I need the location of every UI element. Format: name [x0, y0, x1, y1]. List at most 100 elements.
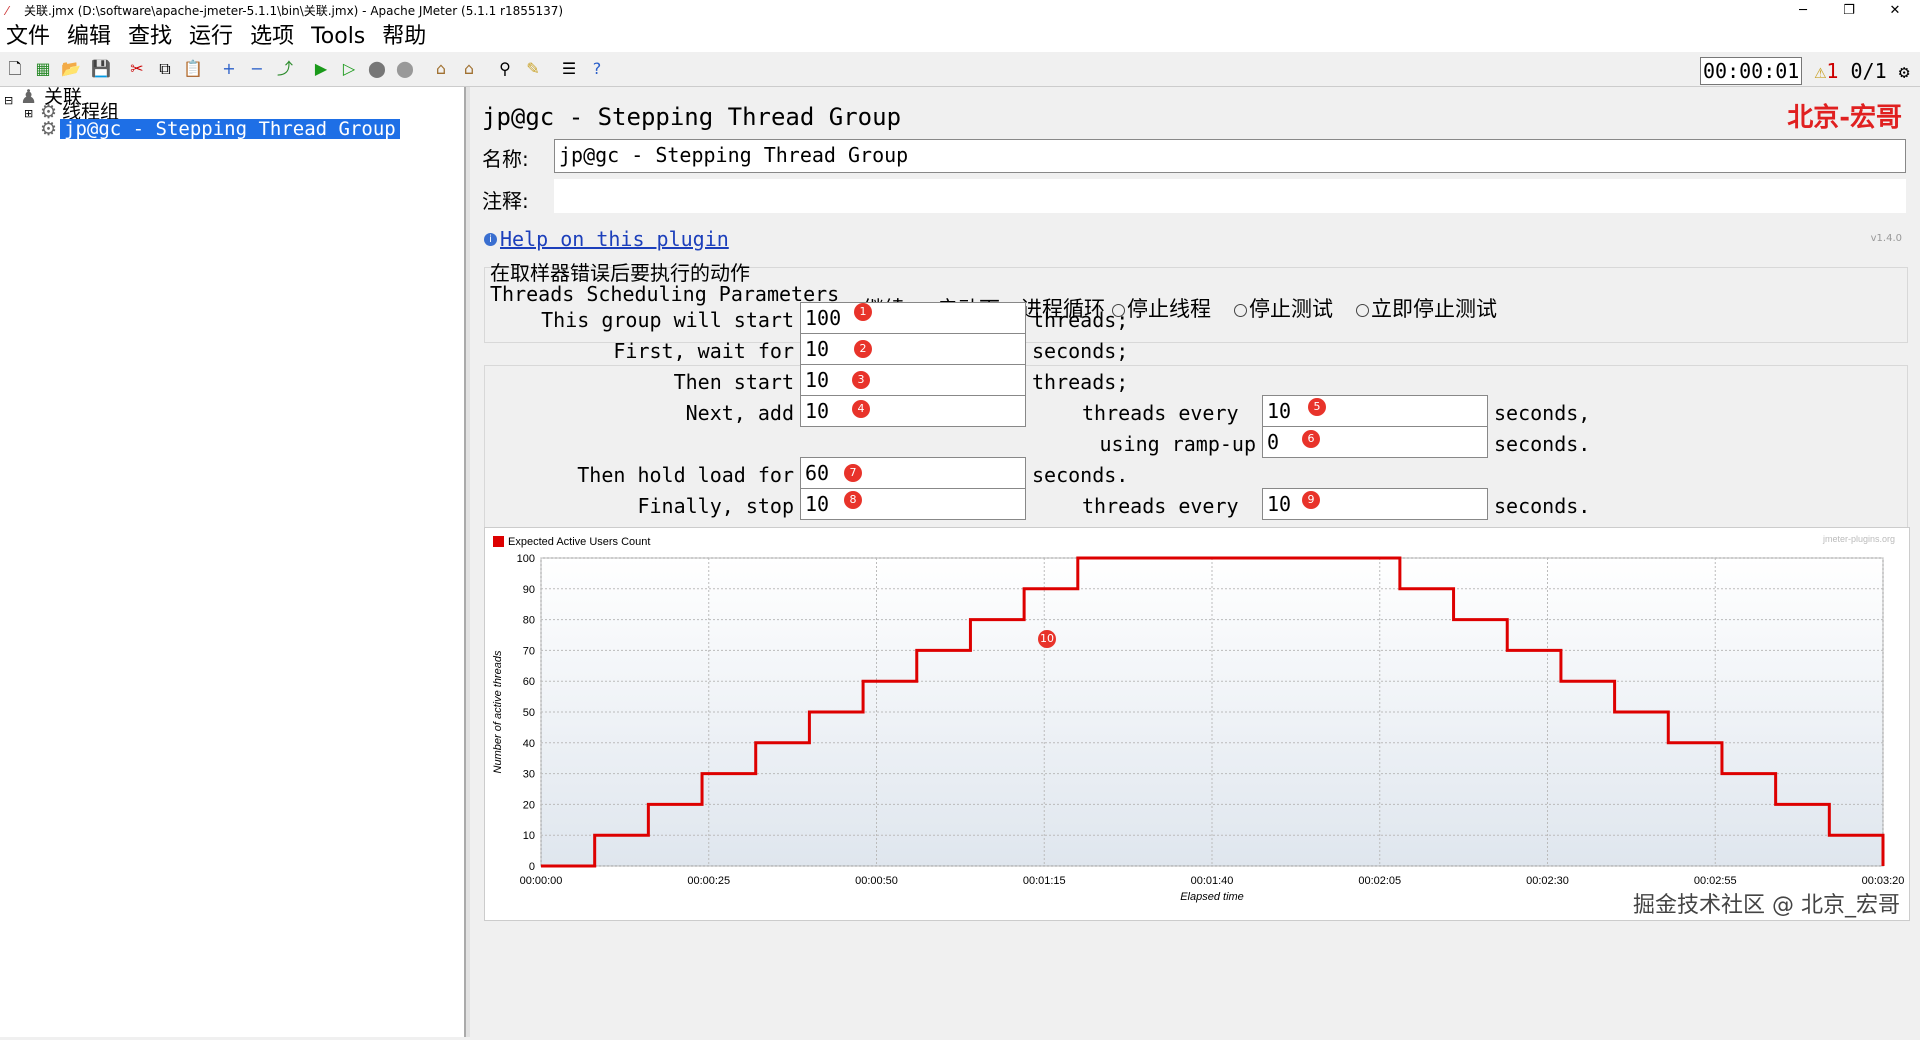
version-label: v1.4.0 [1870, 233, 1902, 244]
add-threads-field[interactable]: 10 [800, 395, 1026, 427]
radio-dot[interactable] [1356, 303, 1369, 317]
maximize-button[interactable]: ❐ [1826, 0, 1872, 22]
collapse-icon[interactable]: − [246, 58, 268, 80]
y-tick-label: 50 [523, 707, 535, 719]
search-icon[interactable]: ⚲ [494, 58, 516, 80]
panel-title: jp@gc - Stepping Thread Group [482, 103, 902, 131]
collapse-toggle-icon[interactable]: ⊟ [4, 91, 13, 111]
menu-help[interactable]: 帮助 [382, 24, 426, 49]
x-tick-label: 00:01:15 [1023, 875, 1066, 887]
shutdown-icon[interactable]: ⬤ [394, 58, 416, 80]
tree-stepping-thread-group[interactable]: jp@gc - Stepping Thread Group [60, 119, 400, 139]
title-bar: ⁄ 关联.jmx (D:\software\apache-jmeter-5.1.… [0, 0, 1920, 22]
clear-all-icon[interactable]: ⌂ [458, 58, 480, 80]
menu-file[interactable]: 文件 [6, 24, 50, 49]
footer-watermark: 掘金技术社区 @ 北京_宏哥 [1633, 893, 1900, 918]
x-tick-label: 00:01:40 [1191, 875, 1234, 887]
stop-threads-field[interactable]: 10 [800, 488, 1026, 520]
x-tick-label: 00:00:00 [520, 875, 563, 887]
warning-count[interactable]: 1 [1826, 59, 1838, 83]
wait-label: First, wait for [613, 339, 794, 363]
config-panel: jp@gc - Stepping Thread Group 北京-宏哥 名称: … [470, 87, 1920, 1037]
annotation-badge: 9 [1302, 491, 1320, 509]
start-threads-field[interactable]: 100 [800, 302, 1026, 334]
info-icon: i [484, 233, 497, 246]
toggle-icon[interactable]: ⤴ [274, 58, 296, 80]
annotation-badge: 3 [852, 371, 870, 389]
y-tick-label: 80 [523, 615, 535, 627]
paste-icon[interactable]: 📋 [182, 58, 204, 80]
y-tick-label: 90 [523, 584, 535, 596]
name-field[interactable]: jp@gc - Stepping Thread Group [554, 139, 1906, 173]
expand-toggle-icon[interactable]: ⊞ [24, 104, 33, 124]
radio-label: 停止测试 [1249, 297, 1333, 321]
stop-every-field[interactable]: 10 [1262, 488, 1488, 520]
chart-panel: 0 10 20 30 40 50 60 70 80 90 100 00:00:00 00:00:25 00… [484, 527, 1910, 921]
x-tick-label: 00:00:50 [855, 875, 898, 887]
y-tick-label: 20 [523, 799, 535, 811]
comment-field[interactable] [554, 179, 1906, 213]
minimize-button[interactable]: ─ [1780, 0, 1826, 22]
warning-icon[interactable]: ⚠ [1814, 59, 1826, 83]
menu-run[interactable]: 运行 [189, 24, 233, 49]
wait-unit: seconds; [1032, 339, 1129, 363]
add-unit: seconds, [1494, 401, 1591, 425]
copy-icon[interactable]: ⧉ [154, 58, 176, 80]
clear-icon[interactable]: ⌂ [430, 58, 452, 80]
add-mid-label: threads every [1082, 401, 1239, 425]
menu-options[interactable]: 选项 [250, 24, 294, 49]
hold-field[interactable]: 60 [800, 457, 1026, 489]
stop-icon[interactable]: ⬤ [366, 58, 388, 80]
start-label: This group will start [541, 308, 794, 332]
toolbar: 🗋 ▦ 📂 💾 ✂ ⧉ 📋 + − ⤴ ▶ ▷ ⬤ ⬤ ⌂ ⌂ ⚲ ✎ ☰ ? [0, 52, 1920, 87]
wait-seconds-field[interactable]: 10 [800, 333, 1026, 365]
active-threads: 0/1 [1850, 59, 1887, 83]
close-button[interactable]: ✕ [1872, 0, 1918, 22]
templates-icon[interactable]: ▦ [32, 58, 54, 80]
schedule-title: Threads Scheduling Parameters [490, 282, 840, 306]
elapsed-timer: 00:00:01 [1700, 57, 1803, 85]
menu-tools[interactable]: Tools [311, 24, 365, 49]
cut-icon[interactable]: ✂ [126, 58, 148, 80]
rampup-label: using ramp-up [1099, 432, 1256, 456]
logger-icon[interactable]: ⚙ [1899, 62, 1910, 83]
y-tick-label: 40 [523, 738, 535, 750]
reset-search-icon[interactable]: ✎ [522, 58, 544, 80]
save-icon[interactable]: 💾 [90, 58, 112, 80]
help-icon[interactable]: ? [586, 58, 608, 80]
start-no-pause-icon[interactable]: ▷ [338, 58, 360, 80]
test-plan-tree: ⊟ ♟ 关联 ⊞ ⚙ 线程组 ⚙ jp@gc - Stepping Thread… [0, 87, 466, 1037]
x-axis-label: Elapsed time [1180, 891, 1244, 903]
rampup-field[interactable]: 0 [1262, 426, 1488, 458]
start-unit: threads; [1032, 308, 1129, 332]
then-start-field[interactable]: 10 [800, 364, 1026, 396]
stepping-group-icon: ⚙ [40, 118, 58, 140]
annotation-badge: 8 [844, 491, 862, 509]
add-every-field[interactable]: 10 [1262, 395, 1488, 427]
y-tick-label: 70 [523, 645, 535, 657]
chart-corner-watermark: jmeter-plugins.org [1822, 534, 1895, 544]
expand-icon[interactable]: + [218, 58, 240, 80]
start-icon[interactable]: ▶ [310, 58, 332, 80]
status-area: 00:00:01 ⚠1 0/1 ⚙ [1700, 57, 1910, 85]
annotation-badge: 1 [854, 303, 872, 321]
radio-stop-test[interactable]: 停止测试 [1234, 293, 1333, 323]
stop-unit: seconds. [1494, 494, 1591, 518]
then-start-unit: threads; [1032, 370, 1129, 394]
new-icon[interactable]: 🗋 [4, 58, 26, 80]
radio-stop-test-now[interactable]: 立即停止测试 [1356, 293, 1497, 323]
annotation-badge: 2 [854, 340, 872, 358]
stop-mid-label: threads every [1082, 494, 1239, 518]
radio-label: 立即停止测试 [1371, 297, 1497, 321]
annotation-badge: 10 [1038, 630, 1056, 648]
y-tick-label: 0 [529, 861, 535, 873]
menu-search[interactable]: 查找 [128, 24, 172, 49]
active-threads-chart: 0 10 20 30 40 50 60 70 80 90 100 00:00:00 00:00:25 00… [492, 534, 1904, 903]
comment-label: 注释: [482, 189, 529, 213]
radio-dot[interactable] [1234, 303, 1247, 317]
help-link[interactable]: Help on this plugin [500, 227, 729, 251]
menu-edit[interactable]: 编辑 [67, 24, 111, 49]
function-helper-icon[interactable]: ☰ [558, 58, 580, 80]
open-icon[interactable]: 📂 [60, 58, 82, 80]
name-label: 名称: [482, 147, 529, 171]
